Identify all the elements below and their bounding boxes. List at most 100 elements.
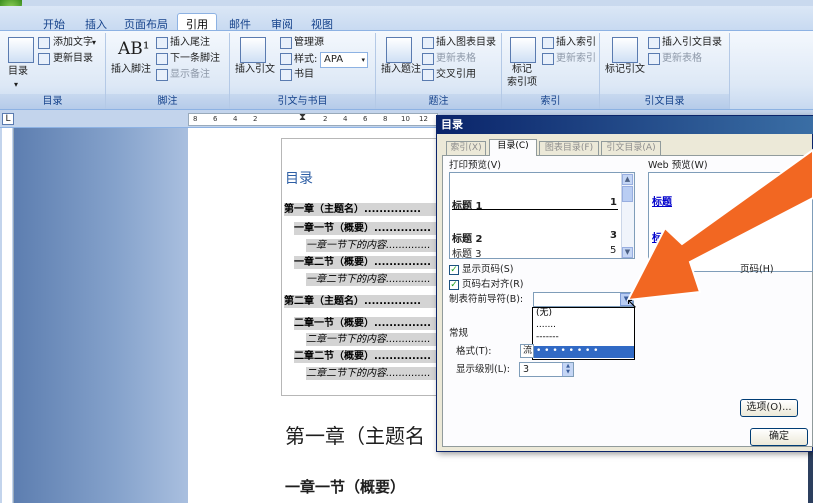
show-page-numbers-checkbox[interactable]: ✓ (449, 265, 459, 275)
add-text-chevron-icon[interactable]: ▾ (92, 36, 96, 50)
toc-entry[interactable]: 第一章（主题名）............... (284, 203, 436, 216)
insert-index-button[interactable]: 插入索引 (556, 36, 596, 50)
tab-table-of-figures[interactable]: 图表目录(F) (539, 141, 599, 155)
update-index-button[interactable]: 更新索引 (556, 52, 596, 66)
insert-caption-button[interactable]: 插入题注 (381, 63, 421, 77)
toc-entry[interactable]: 二章二节（概要）............... (294, 350, 436, 363)
toc-entry[interactable]: 一章一节（概要）............... (294, 222, 436, 235)
insert-endnote-button[interactable]: 插入尾注 (170, 36, 210, 50)
update-toa-icon (648, 53, 660, 65)
group-toa: 标记引文 插入引文目录 更新表格 引文目录 (600, 33, 730, 109)
manage-sources-icon (280, 37, 292, 49)
tab-leader-select[interactable] (533, 292, 634, 307)
preview-page-1: 1 (610, 197, 617, 208)
leader-option-dots[interactable]: ....... (533, 320, 634, 332)
mark-entry-icon (510, 37, 536, 63)
update-toa-button[interactable]: 更新表格 (662, 52, 702, 66)
group-label-toc: 目录 (0, 94, 105, 109)
tab-leader-label: 制表符前导符(B): (449, 294, 524, 305)
document-heading-2[interactable]: 一章一节（概要） (285, 476, 405, 497)
toc-entry[interactable]: 一章一节下的内容.............. (306, 239, 436, 252)
update-toc-button[interactable]: 更新目录 (53, 52, 93, 66)
insert-citation-button[interactable]: 插入引文 (235, 63, 275, 77)
tab-table-of-authorities[interactable]: 引文目录(A) (601, 141, 661, 155)
insert-index-icon (542, 37, 554, 49)
toc-entry[interactable]: 一章二节下的内容.............. (306, 273, 436, 286)
horizontal-ruler[interactable]: 8 6 4 2 ⧗ 2 4 6 8 10 12 (188, 112, 438, 126)
style-select[interactable]: APA ▾ (320, 52, 368, 68)
group-toc: 目录 ▾ 添加文字 ▾ 更新目录 目录 (0, 33, 106, 109)
spinner-arrows-icon[interactable]: ▲ ▼ (562, 363, 573, 376)
insert-footnote-button[interactable]: 插入脚注 (111, 63, 151, 77)
ruler-tick: 8 (193, 115, 198, 123)
mark-citation-icon (612, 37, 638, 63)
cross-reference-button[interactable]: 交叉引用 (436, 68, 476, 82)
mark-entry-button[interactable]: 标记 (512, 63, 532, 77)
style-icon (280, 53, 292, 65)
document-heading-1[interactable]: 第一章（主题名 (285, 420, 425, 449)
tab-selector[interactable]: L (2, 113, 14, 125)
insert-table-of-figures-button[interactable]: 插入图表目录 (436, 36, 496, 50)
scroll-down-icon[interactable]: ▼ (622, 247, 633, 258)
toc-dropdown-icon[interactable]: ▾ (14, 78, 18, 92)
group-label-index: 索引 (502, 94, 599, 109)
insert-toa-button[interactable]: 插入引文目录 (662, 36, 722, 50)
toc-entry[interactable]: 二章一节下的内容.............. (306, 333, 436, 346)
indent-marker-icon[interactable]: ⧗ (299, 112, 306, 123)
table-of-figures-icon (422, 37, 434, 49)
tab-index[interactable]: 索引(X) (446, 141, 486, 155)
insert-endnote-icon (156, 37, 168, 49)
options-button[interactable]: 选项(O)... (740, 399, 798, 417)
ribbon-tab-row: 开始 插入 页面布局 引用 邮件 审阅 视图 (0, 6, 813, 37)
workspace-background (14, 128, 188, 503)
toc-icon (8, 37, 34, 63)
preview-heading-3: 标题 3 (452, 249, 482, 259)
toc-button[interactable]: 目录 (8, 65, 28, 79)
bibliography-button[interactable]: 书目 (294, 68, 314, 82)
ruler-tick: 2 (253, 115, 258, 123)
print-preview: 标题 1 1 标题 2 3 标题 3 5 (449, 172, 635, 259)
update-table-icon (422, 53, 434, 65)
ruler-tick: 6 (213, 115, 218, 123)
web-preview-heading-2: 标 (652, 233, 662, 244)
show-notes-button[interactable]: 显示备注 (170, 68, 210, 82)
scroll-thumb[interactable] (622, 186, 633, 202)
ruler-tick: 6 (363, 115, 368, 123)
web-hyperlink-label-partial: 页码(H) (740, 264, 774, 275)
preview-page-2: 3 (610, 230, 617, 241)
right-align-checkbox[interactable]: ✓ (449, 280, 459, 290)
group-label-toa: 引文目录 (600, 94, 729, 109)
print-preview-label: 打印预览(V) (449, 160, 501, 171)
ribbon: 目录 ▾ 添加文字 ▾ 更新目录 目录 AB¹ 插入脚注 插入尾注 下一条脚注 … (0, 30, 813, 110)
mouse-cursor-icon: ↖ (626, 296, 638, 312)
toc-entry[interactable]: 第二章（主题名）............... (284, 295, 436, 308)
next-footnote-button[interactable]: 下一条脚注 (170, 52, 220, 66)
scroll-up-icon[interactable]: ▲ (622, 174, 633, 185)
bibliography-icon (280, 69, 292, 81)
toc-entry[interactable]: 一章二节（概要）............... (294, 256, 436, 269)
leader-option-none[interactable]: (无) (533, 308, 634, 320)
insert-toa-icon (648, 37, 660, 49)
format-label: 格式(T): (456, 346, 492, 357)
mark-citation-button[interactable]: 标记引文 (605, 63, 645, 77)
preview-heading-2: 标题 2 (452, 234, 483, 245)
add-text-button[interactable]: 添加文字 (53, 36, 93, 50)
manage-sources-button[interactable]: 管理源 (294, 36, 324, 50)
vertical-ruler-track (2, 128, 12, 503)
ab-footnote-icon: AB¹ (118, 39, 150, 59)
mark-entry-button-line2[interactable]: 索引项 (507, 76, 537, 90)
ok-button[interactable]: 确定 (750, 428, 808, 446)
toc-entry[interactable]: 二章二节下的内容.............. (306, 367, 436, 380)
general-section-label: 常规 (449, 328, 469, 339)
update-index-icon (542, 53, 554, 65)
leader-option-underline[interactable]: • • • • • • • • (533, 346, 634, 358)
toc-heading: 目录 (285, 171, 313, 187)
format-select[interactable]: 流 (520, 344, 534, 358)
update-table-button[interactable]: 更新表格 (436, 52, 476, 66)
dialog-title[interactable]: 目录 (437, 116, 813, 134)
ruler-tick: 10 (401, 115, 410, 123)
toc-entry[interactable]: 二章一节（概要）............... (294, 317, 436, 330)
web-preview-label: Web 预览(W) (648, 160, 708, 171)
leader-option-dashes[interactable]: ------- (533, 332, 634, 344)
tab-toc[interactable]: 目录(C) (489, 139, 537, 156)
